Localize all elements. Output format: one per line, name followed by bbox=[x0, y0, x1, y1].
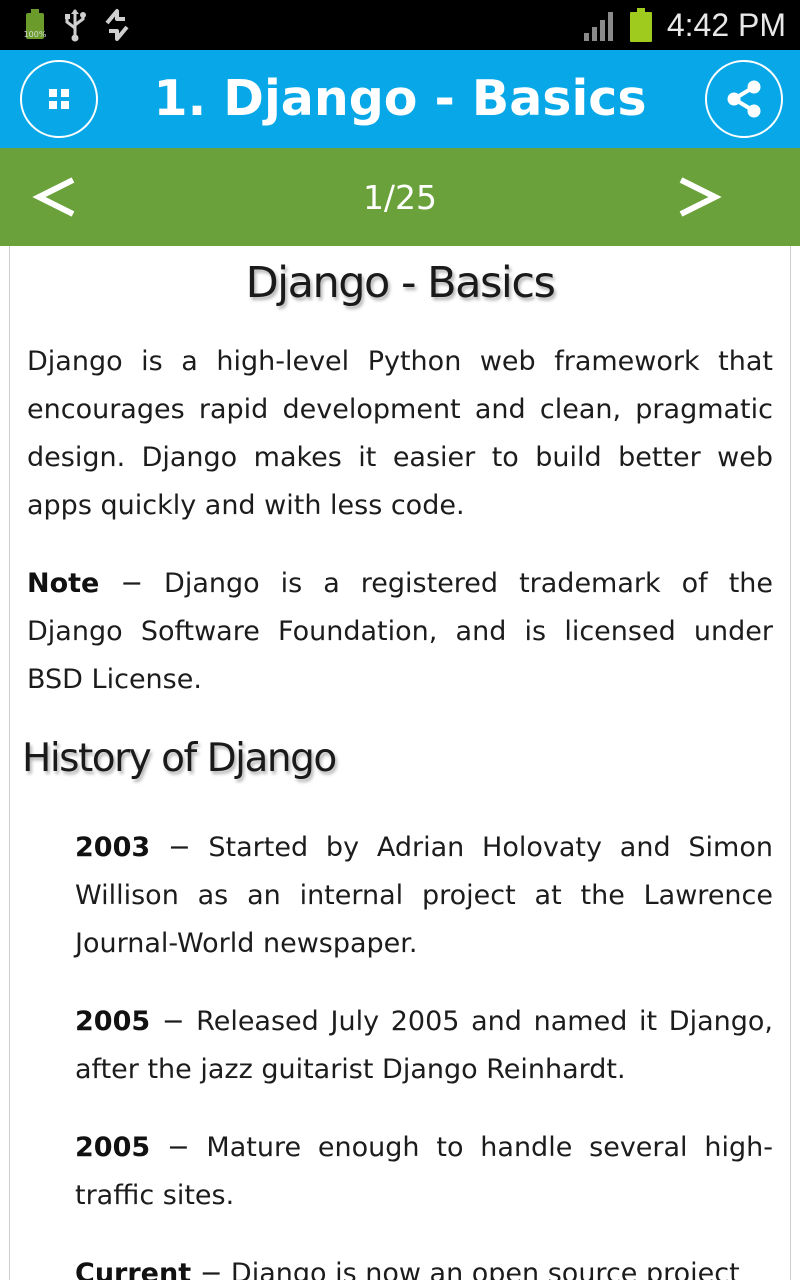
history-heading: History of Django bbox=[22, 736, 337, 781]
app-bar: 1. Django - Basics bbox=[0, 50, 800, 148]
pager-bar: 1/25 bbox=[0, 148, 800, 246]
history-item: Current − Django is now an open source p… bbox=[75, 1250, 773, 1280]
previous-button[interactable] bbox=[10, 148, 100, 246]
history-text: − Mature enough to handle several high-t… bbox=[75, 1132, 773, 1211]
note-label: Note bbox=[27, 568, 100, 599]
status-left-icons: 100% bbox=[22, 8, 132, 42]
battery-percent-text: 100% bbox=[23, 30, 47, 39]
history-year: 2005 bbox=[75, 1132, 151, 1163]
next-button[interactable] bbox=[654, 148, 744, 246]
article-title: Django - Basics bbox=[245, 258, 556, 308]
history-item: 2005 − Released July 2005 and named it D… bbox=[75, 998, 773, 1094]
status-time: 4:42 PM bbox=[666, 6, 786, 43]
battery-full-icon: 100% bbox=[22, 9, 48, 41]
signal-icon bbox=[583, 12, 613, 41]
grid-icon bbox=[49, 89, 69, 109]
chevron-right-icon bbox=[679, 177, 722, 217]
app-title: 1. Django - Basics bbox=[153, 70, 647, 127]
share-button[interactable] bbox=[705, 60, 783, 138]
history-item: 2005 − Mature enough to handle several h… bbox=[75, 1124, 773, 1220]
note-text: − Django is a registered trademark of th… bbox=[27, 568, 773, 695]
status-bar: 100% 4:42 PM bbox=[0, 0, 800, 50]
history-year: 2003 bbox=[75, 832, 151, 863]
history-year: 2005 bbox=[75, 1006, 151, 1037]
history-item: 2003 − Started by Adrian Holovaty and Si… bbox=[75, 824, 773, 968]
menu-button[interactable] bbox=[20, 60, 98, 138]
status-right-icons: 4:42 PM bbox=[583, 0, 786, 50]
battery-icon bbox=[629, 8, 653, 42]
note-paragraph: Note − Django is a registered trademark … bbox=[27, 560, 773, 704]
usb-icon bbox=[65, 9, 86, 42]
article-content[interactable]: Django - Basics Django is a high-level P… bbox=[9, 246, 791, 1280]
share-icon bbox=[727, 80, 761, 118]
sync-icon bbox=[105, 9, 129, 41]
intro-paragraph: Django is a high-level Python web framew… bbox=[27, 346, 773, 521]
chevron-left-icon bbox=[32, 177, 75, 217]
history-text: − Django is now an open source project bbox=[191, 1258, 740, 1280]
page-counter: 1/25 bbox=[362, 178, 438, 217]
history-year: Current bbox=[75, 1258, 192, 1280]
history-text: − Started by Adrian Holovaty and Simon W… bbox=[75, 832, 773, 959]
history-text: − Released July 2005 and named it Django… bbox=[75, 1006, 773, 1085]
